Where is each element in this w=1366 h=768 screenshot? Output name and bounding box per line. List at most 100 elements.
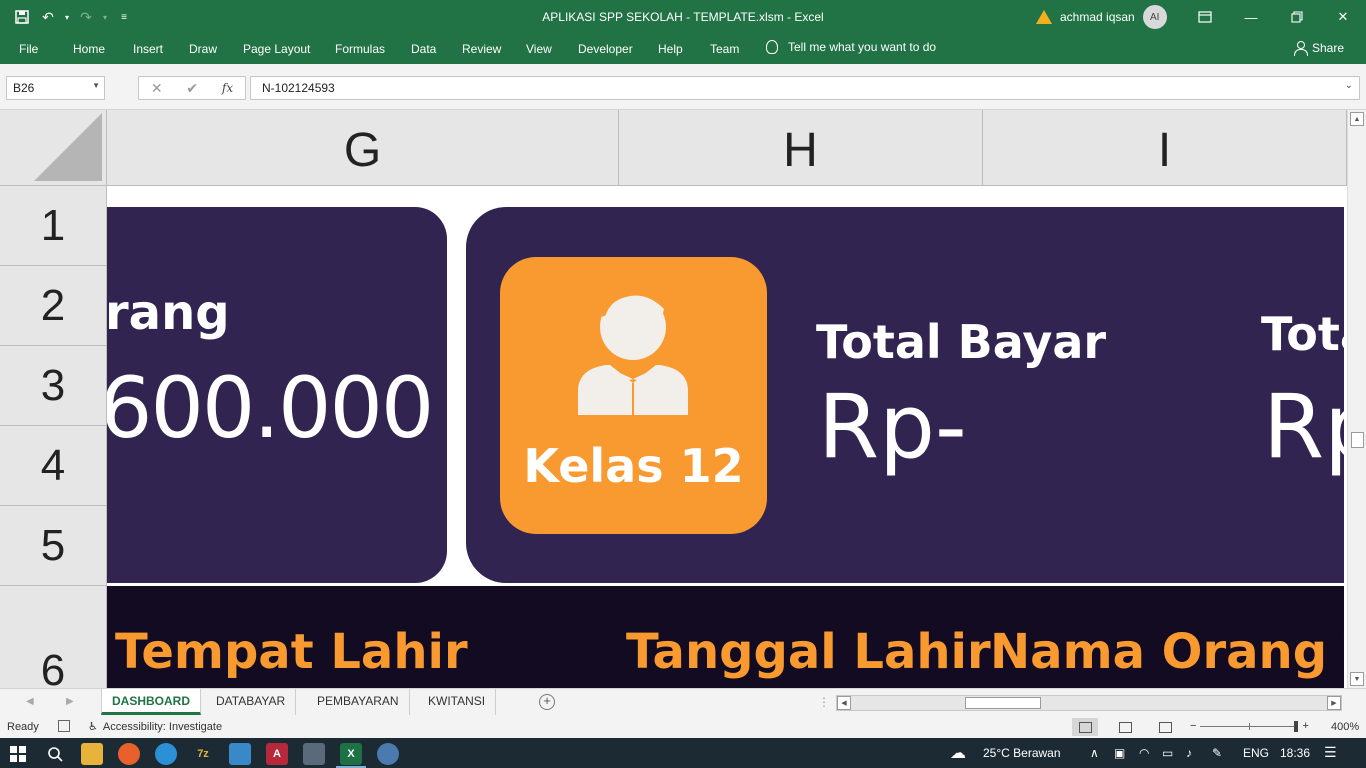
wifi-icon[interactable]: ◠ bbox=[1139, 746, 1149, 760]
row-header-1[interactable]: 1 bbox=[0, 186, 107, 266]
document-app-icon[interactable] bbox=[303, 743, 325, 765]
save-icon[interactable] bbox=[10, 6, 34, 28]
tab-draw[interactable]: Draw bbox=[189, 42, 217, 56]
grid-view-icon bbox=[1078, 721, 1092, 733]
excel-icon[interactable]: X bbox=[340, 743, 362, 765]
horizontal-scrollbar[interactable]: ◀ ▶ bbox=[836, 695, 1342, 711]
avatar[interactable]: AI bbox=[1142, 5, 1167, 29]
tab-team[interactable]: Team bbox=[710, 42, 739, 56]
add-sheet-icon[interactable]: + bbox=[539, 694, 555, 710]
restore-icon[interactable] bbox=[1274, 0, 1320, 34]
accessibility-label: Accessibility: Investigate bbox=[102, 720, 223, 733]
row-header-5[interactable]: 5 bbox=[0, 506, 107, 586]
customize-toolbar-icon[interactable]: ≡ bbox=[112, 6, 136, 28]
undo-icon[interactable]: ↶ bbox=[36, 6, 60, 28]
page-break-view-button[interactable] bbox=[1152, 718, 1178, 736]
worksheet-grid[interactable]: G H I 1 2 3 4 5 6 rang 600.000 Kelas 12 bbox=[0, 110, 1366, 688]
tab-view[interactable]: View bbox=[526, 42, 552, 56]
formula-input[interactable]: N-102124593 ⌄ bbox=[250, 76, 1360, 100]
split-handle-icon[interactable]: ⋮ bbox=[818, 695, 830, 709]
select-all-corner[interactable] bbox=[0, 110, 107, 186]
photos-icon[interactable] bbox=[229, 743, 251, 765]
scroll-left-icon[interactable]: ◀ bbox=[837, 696, 851, 710]
minimize-icon[interactable]: — bbox=[1228, 0, 1274, 34]
row-header-6[interactable]: 6 bbox=[0, 586, 107, 688]
language-indicator[interactable]: ENG bbox=[1243, 746, 1269, 760]
share-button[interactable]: Share bbox=[1294, 41, 1345, 56]
page-layout-view-button[interactable] bbox=[1112, 718, 1138, 736]
redo-icon[interactable]: ↷ bbox=[74, 6, 98, 28]
zoom-in-icon[interactable]: + bbox=[1302, 720, 1308, 732]
tab-developer[interactable]: Developer bbox=[578, 42, 633, 56]
tab-formulas[interactable]: Formulas bbox=[335, 42, 385, 56]
seven-zip-icon[interactable]: 7z bbox=[192, 743, 214, 765]
sheet-tab-dashboard[interactable]: DASHBOARD bbox=[101, 689, 201, 715]
vertical-scroll-thumb[interactable] bbox=[1351, 432, 1364, 448]
ribbon-display-options-icon[interactable] bbox=[1182, 0, 1228, 34]
scroll-up-icon[interactable]: ▲ bbox=[1350, 112, 1364, 126]
column-header-g[interactable]: G bbox=[107, 110, 619, 186]
vertical-scrollbar[interactable]: ▲ ▼ bbox=[1347, 110, 1366, 688]
battery-icon[interactable]: ▭ bbox=[1162, 746, 1173, 760]
column-header-i[interactable]: I bbox=[983, 110, 1347, 186]
tab-review[interactable]: Review bbox=[462, 42, 501, 56]
expand-formula-icon[interactable]: ⌄ bbox=[1345, 80, 1353, 91]
search-icon[interactable] bbox=[44, 743, 66, 765]
share-label: Share bbox=[1312, 41, 1345, 55]
macro-record-icon[interactable] bbox=[58, 720, 70, 732]
prev-sheet-icon[interactable]: ◀ bbox=[26, 696, 34, 707]
sheet-tab-databayar[interactable]: DATABAYAR bbox=[206, 689, 297, 715]
firefox-icon[interactable] bbox=[118, 743, 140, 765]
next-sheet-icon[interactable]: ▶ bbox=[66, 696, 74, 707]
show-hidden-icons-icon[interactable]: ∧ bbox=[1090, 746, 1099, 760]
tab-data[interactable]: Data bbox=[411, 42, 436, 56]
zoom-knob[interactable] bbox=[1294, 720, 1299, 732]
close-icon[interactable]: ✕ bbox=[1320, 0, 1366, 34]
pen-icon[interactable]: ✎ bbox=[1212, 746, 1222, 760]
tell-me-box[interactable]: Tell me what you want to do bbox=[766, 40, 936, 54]
zoom-out-icon[interactable]: − bbox=[1190, 720, 1196, 732]
sheet-tab-pembayaran[interactable]: PEMBAYARAN bbox=[307, 689, 410, 715]
insert-function-icon[interactable]: fx bbox=[222, 81, 233, 95]
zoom-slider[interactable]: − + bbox=[1190, 720, 1309, 732]
page-break-icon bbox=[1158, 721, 1172, 733]
sheet-tab-kwitansi[interactable]: KWITANSI bbox=[418, 689, 497, 715]
undo-dropdown-icon[interactable]: ▾ bbox=[62, 6, 72, 28]
row-header-3[interactable]: 3 bbox=[0, 346, 107, 426]
edge-icon[interactable] bbox=[155, 743, 177, 765]
zoom-level[interactable]: 400% bbox=[1331, 721, 1359, 733]
row-header-2[interactable]: 2 bbox=[0, 266, 107, 346]
user-area[interactable]: achmad iqsan AI bbox=[1036, 5, 1167, 29]
windows-start-icon[interactable] bbox=[10, 746, 26, 762]
header-nama-orang-tua: Nama Orang Tua bbox=[990, 624, 1344, 680]
tab-file[interactable]: File bbox=[19, 42, 38, 56]
clock[interactable]: 18:36 bbox=[1280, 746, 1310, 760]
row-header-4[interactable]: 4 bbox=[0, 426, 107, 506]
name-box[interactable]: B26 ▼ bbox=[6, 76, 105, 100]
redo-dropdown-icon[interactable]: ▾ bbox=[100, 6, 110, 28]
enter-check-icon[interactable]: ✔ bbox=[186, 80, 198, 97]
accessibility-icon: ♿ bbox=[88, 721, 98, 733]
accessibility-checker[interactable]: ♿ Accessibility: Investigate bbox=[88, 720, 223, 734]
paint-app-icon[interactable] bbox=[377, 743, 399, 765]
volume-icon[interactable]: ♪ bbox=[1186, 746, 1192, 760]
chevron-down-icon[interactable]: ▼ bbox=[92, 81, 100, 90]
tab-insert[interactable]: Insert bbox=[133, 42, 163, 56]
cancel-icon[interactable]: ✕ bbox=[151, 80, 163, 97]
weather-text[interactable]: 25°C Berawan bbox=[983, 746, 1061, 760]
scroll-right-icon[interactable]: ▶ bbox=[1327, 696, 1341, 710]
meet-now-icon[interactable]: ▣ bbox=[1114, 746, 1125, 760]
column-header-h[interactable]: H bbox=[619, 110, 983, 186]
access-icon[interactable]: A bbox=[266, 743, 288, 765]
ribbon-tabs: File Home Insert Draw Page Layout Formul… bbox=[0, 34, 1366, 64]
tab-home[interactable]: Home bbox=[73, 42, 105, 56]
person-icon bbox=[1294, 41, 1308, 56]
horizontal-scroll-thumb[interactable] bbox=[965, 697, 1041, 709]
scroll-down-icon[interactable]: ▼ bbox=[1350, 672, 1364, 686]
notifications-icon[interactable]: ☰ bbox=[1324, 744, 1337, 761]
weather-icon[interactable]: ☁ bbox=[950, 743, 966, 763]
tab-page-layout[interactable]: Page Layout bbox=[243, 42, 310, 56]
tab-help[interactable]: Help bbox=[658, 42, 683, 56]
file-explorer-icon[interactable] bbox=[81, 743, 103, 765]
normal-view-button[interactable] bbox=[1072, 718, 1098, 736]
